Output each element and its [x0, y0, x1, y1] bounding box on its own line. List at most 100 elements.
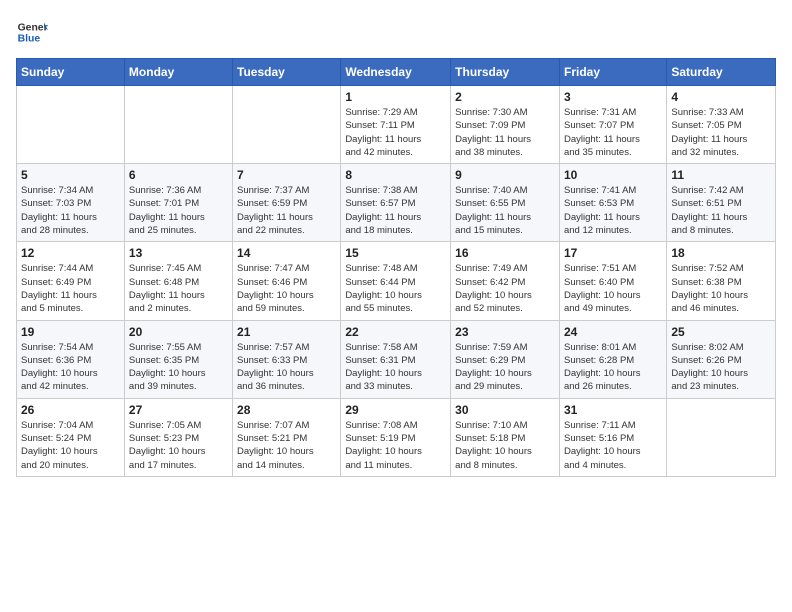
- day-info: Sunrise: 7:54 AM Sunset: 6:36 PM Dayligh…: [21, 341, 120, 394]
- day-info: Sunrise: 8:01 AM Sunset: 6:28 PM Dayligh…: [564, 341, 662, 394]
- calendar-cell: 23Sunrise: 7:59 AM Sunset: 6:29 PM Dayli…: [451, 320, 560, 398]
- day-info: Sunrise: 7:44 AM Sunset: 6:49 PM Dayligh…: [21, 262, 120, 315]
- calendar-week-2: 5 Sunrise: 7:34 AM Sunset: 7:03 PM Daylig…: [17, 164, 776, 242]
- calendar-cell: 15 Sunrise: 7:48 AM Sunset: 6:44 PM Dayli…: [341, 242, 451, 320]
- day-number: 8: [345, 168, 446, 182]
- day-number: 29: [345, 403, 446, 417]
- calendar-cell: 24 Sunrise: 8:01 AM Sunset: 6:28 PM Dayli…: [559, 320, 666, 398]
- day-info: Sunrise: 7:41 AM Sunset: 6:53 PM Dayligh…: [564, 184, 662, 237]
- calendar-cell: 1Sunrise: 7:29 AM Sunset: 7:11 PM Daylig…: [341, 86, 451, 164]
- calendar-week-5: 26 Sunrise: 7:04 AM Sunset: 5:24 PM Dayli…: [17, 398, 776, 476]
- day-info: Sunrise: 7:34 AM Sunset: 7:03 PM Dayligh…: [21, 184, 120, 237]
- day-number: 30: [455, 403, 555, 417]
- weekday-header-thursday: Thursday: [451, 59, 560, 86]
- calendar-cell: 4 Sunrise: 7:33 AM Sunset: 7:05 PM Daylig…: [667, 86, 776, 164]
- weekday-header-monday: Monday: [124, 59, 232, 86]
- day-info: Sunrise: 7:38 AM Sunset: 6:57 PM Dayligh…: [345, 184, 446, 237]
- day-number: 12: [21, 246, 120, 260]
- calendar-cell: 20 Sunrise: 7:55 AM Sunset: 6:35 PM Dayli…: [124, 320, 232, 398]
- day-info: Sunrise: 7:30 AM Sunset: 7:09 PM Dayligh…: [455, 106, 555, 159]
- svg-text:Blue: Blue: [18, 34, 41, 45]
- day-info: Sunrise: 7:52 AM Sunset: 6:38 PM Dayligh…: [671, 262, 771, 315]
- day-number: 20: [129, 325, 228, 339]
- day-number: 21: [237, 325, 336, 339]
- calendar-cell: 22 Sunrise: 7:58 AM Sunset: 6:31 PM Dayli…: [341, 320, 451, 398]
- calendar-cell: 18 Sunrise: 7:52 AM Sunset: 6:38 PM Dayli…: [667, 242, 776, 320]
- calendar-cell: 10Sunrise: 7:41 AM Sunset: 6:53 PM Dayli…: [559, 164, 666, 242]
- calendar-cell: [667, 398, 776, 476]
- day-info: Sunrise: 7:36 AM Sunset: 7:01 PM Dayligh…: [129, 184, 228, 237]
- day-number: 7: [237, 168, 336, 182]
- weekday-header-saturday: Saturday: [667, 59, 776, 86]
- day-number: 28: [237, 403, 336, 417]
- day-info: Sunrise: 7:48 AM Sunset: 6:44 PM Dayligh…: [345, 262, 446, 315]
- calendar-cell: 21 Sunrise: 7:57 AM Sunset: 6:33 PM Dayli…: [233, 320, 341, 398]
- calendar-table: SundayMondayTuesdayWednesdayThursdayFrid…: [16, 58, 776, 477]
- day-number: 11: [671, 168, 771, 182]
- calendar-cell: 17 Sunrise: 7:51 AM Sunset: 6:40 PM Dayli…: [559, 242, 666, 320]
- calendar-cell: 16Sunrise: 7:49 AM Sunset: 6:42 PM Dayli…: [451, 242, 560, 320]
- day-number: 18: [671, 246, 771, 260]
- day-info: Sunrise: 7:42 AM Sunset: 6:51 PM Dayligh…: [671, 184, 771, 237]
- day-info: Sunrise: 7:04 AM Sunset: 5:24 PM Dayligh…: [21, 419, 120, 472]
- logo: General Blue: [16, 16, 48, 48]
- calendar-cell: [17, 86, 125, 164]
- day-number: 27: [129, 403, 228, 417]
- calendar-cell: 31Sunrise: 7:11 AM Sunset: 5:16 PM Dayli…: [559, 398, 666, 476]
- svg-text:General: General: [18, 22, 48, 33]
- day-info: Sunrise: 7:55 AM Sunset: 6:35 PM Dayligh…: [129, 341, 228, 394]
- day-info: Sunrise: 7:33 AM Sunset: 7:05 PM Dayligh…: [671, 106, 771, 159]
- day-number: 16: [455, 246, 555, 260]
- day-info: Sunrise: 7:37 AM Sunset: 6:59 PM Dayligh…: [237, 184, 336, 237]
- day-number: 9: [455, 168, 555, 182]
- calendar-cell: 27 Sunrise: 7:05 AM Sunset: 5:23 PM Dayli…: [124, 398, 232, 476]
- day-number: 5: [21, 168, 120, 182]
- calendar-week-3: 12 Sunrise: 7:44 AM Sunset: 6:49 PM Dayli…: [17, 242, 776, 320]
- calendar-cell: 11 Sunrise: 7:42 AM Sunset: 6:51 PM Dayli…: [667, 164, 776, 242]
- calendar-cell: [124, 86, 232, 164]
- day-number: 3: [564, 90, 662, 104]
- calendar-week-4: 19Sunrise: 7:54 AM Sunset: 6:36 PM Dayli…: [17, 320, 776, 398]
- calendar-cell: 6Sunrise: 7:36 AM Sunset: 7:01 PM Daylig…: [124, 164, 232, 242]
- day-number: 1: [345, 90, 446, 104]
- day-info: Sunrise: 7:45 AM Sunset: 6:48 PM Dayligh…: [129, 262, 228, 315]
- calendar-cell: 28Sunrise: 7:07 AM Sunset: 5:21 PM Dayli…: [233, 398, 341, 476]
- calendar-cell: 26 Sunrise: 7:04 AM Sunset: 5:24 PM Dayli…: [17, 398, 125, 476]
- day-number: 2: [455, 90, 555, 104]
- calendar-cell: 13 Sunrise: 7:45 AM Sunset: 6:48 PM Dayli…: [124, 242, 232, 320]
- day-number: 23: [455, 325, 555, 339]
- day-info: Sunrise: 7:10 AM Sunset: 5:18 PM Dayligh…: [455, 419, 555, 472]
- calendar-cell: 8 Sunrise: 7:38 AM Sunset: 6:57 PM Daylig…: [341, 164, 451, 242]
- weekday-header-tuesday: Tuesday: [233, 59, 341, 86]
- calendar-header-row: SundayMondayTuesdayWednesdayThursdayFrid…: [17, 59, 776, 86]
- day-info: Sunrise: 7:47 AM Sunset: 6:46 PM Dayligh…: [237, 262, 336, 315]
- weekday-header-sunday: Sunday: [17, 59, 125, 86]
- day-info: Sunrise: 7:08 AM Sunset: 5:19 PM Dayligh…: [345, 419, 446, 472]
- day-number: 17: [564, 246, 662, 260]
- page-header: General Blue: [16, 16, 776, 48]
- day-number: 13: [129, 246, 228, 260]
- day-number: 26: [21, 403, 120, 417]
- calendar-cell: 5 Sunrise: 7:34 AM Sunset: 7:03 PM Daylig…: [17, 164, 125, 242]
- day-number: 24: [564, 325, 662, 339]
- day-info: Sunrise: 7:05 AM Sunset: 5:23 PM Dayligh…: [129, 419, 228, 472]
- day-number: 15: [345, 246, 446, 260]
- day-info: Sunrise: 7:40 AM Sunset: 6:55 PM Dayligh…: [455, 184, 555, 237]
- day-info: Sunrise: 7:58 AM Sunset: 6:31 PM Dayligh…: [345, 341, 446, 394]
- calendar-week-1: 1Sunrise: 7:29 AM Sunset: 7:11 PM Daylig…: [17, 86, 776, 164]
- calendar-cell: 7 Sunrise: 7:37 AM Sunset: 6:59 PM Daylig…: [233, 164, 341, 242]
- day-info: Sunrise: 7:51 AM Sunset: 6:40 PM Dayligh…: [564, 262, 662, 315]
- calendar-cell: 14 Sunrise: 7:47 AM Sunset: 6:46 PM Dayli…: [233, 242, 341, 320]
- day-info: Sunrise: 7:57 AM Sunset: 6:33 PM Dayligh…: [237, 341, 336, 394]
- calendar-cell: 19Sunrise: 7:54 AM Sunset: 6:36 PM Dayli…: [17, 320, 125, 398]
- day-number: 22: [345, 325, 446, 339]
- logo-icon: General Blue: [16, 16, 48, 48]
- weekday-header-friday: Friday: [559, 59, 666, 86]
- calendar-cell: 3Sunrise: 7:31 AM Sunset: 7:07 PM Daylig…: [559, 86, 666, 164]
- weekday-header-wednesday: Wednesday: [341, 59, 451, 86]
- calendar-cell: 29 Sunrise: 7:08 AM Sunset: 5:19 PM Dayli…: [341, 398, 451, 476]
- day-number: 4: [671, 90, 771, 104]
- day-number: 14: [237, 246, 336, 260]
- day-info: Sunrise: 7:11 AM Sunset: 5:16 PM Dayligh…: [564, 419, 662, 472]
- calendar-cell: 25Sunrise: 8:02 AM Sunset: 6:26 PM Dayli…: [667, 320, 776, 398]
